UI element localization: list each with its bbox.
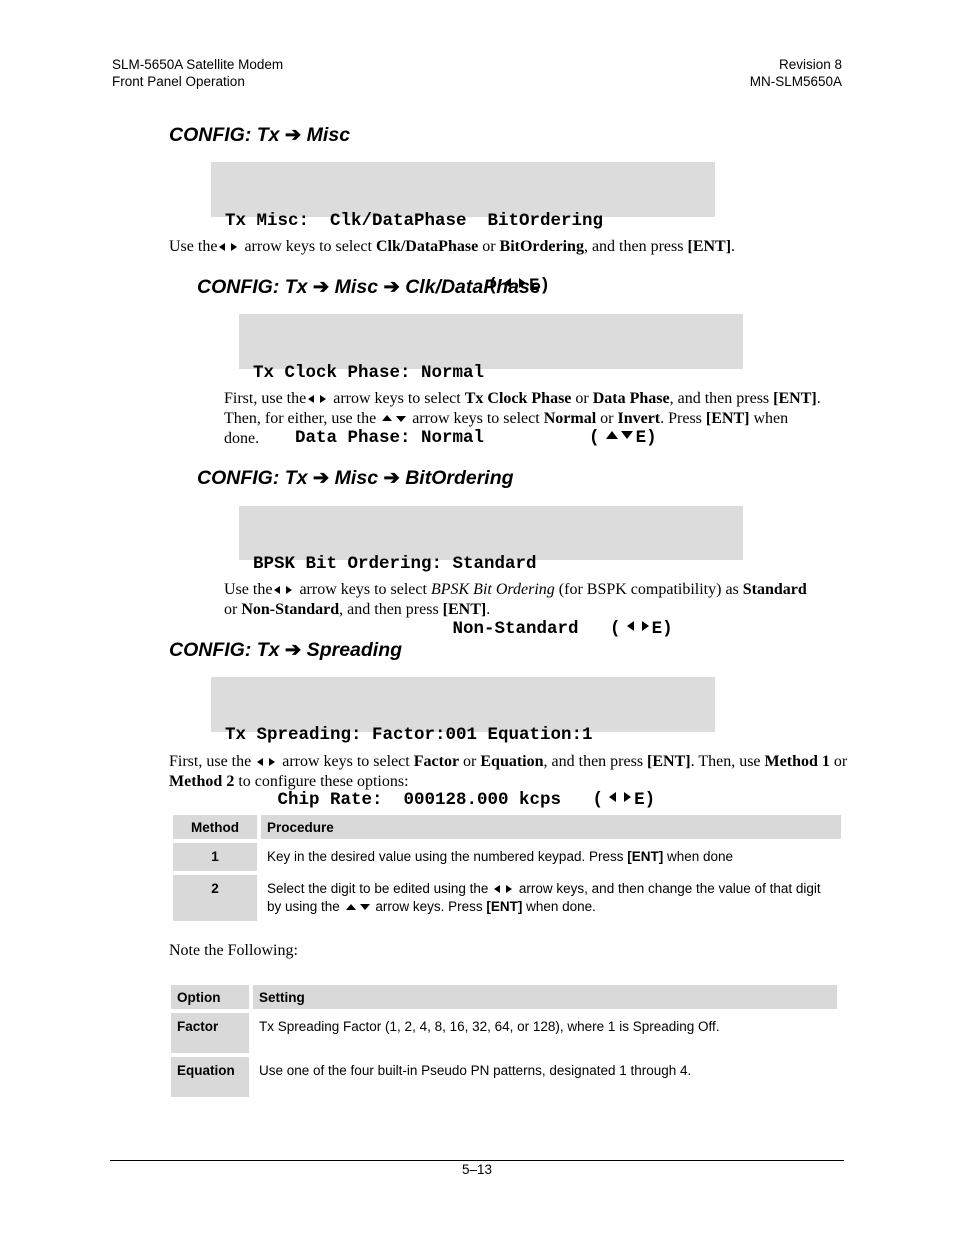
heading-spreading: CONFIG: Tx ➔ Spreading [169, 639, 403, 661]
left-triangle-icon [308, 395, 315, 404]
left-triangle-icon [274, 586, 281, 595]
table-header-row: Method Procedure [173, 815, 841, 839]
down-triangle-icon [396, 416, 407, 423]
right-triangle-icon [231, 243, 238, 252]
method-table: Method Procedure 1 Key in the desired va… [169, 811, 845, 925]
right-triangle-icon [506, 884, 513, 893]
left-triangle-icon [626, 621, 634, 632]
footer-divider [110, 1160, 844, 1161]
option-setting: Use one of the four built-in Pseudo PN p… [259, 1063, 692, 1078]
right-arrow-icon: ➔ [383, 467, 400, 489]
right-arrow-icon: ➔ [284, 639, 302, 661]
table-header-row: Option Setting [171, 985, 837, 1009]
heading-bitordering: CONFIG: Tx ➔ Misc ➔ BitOrdering [197, 467, 514, 489]
option-key: Factor [171, 1013, 249, 1053]
table-row: 1 Key in the desired value using the num… [173, 843, 841, 871]
revision: Revision 8 [778, 57, 842, 72]
para-bitordering: Use the arrow keys to select BPSK Bit Or… [224, 581, 807, 618]
column-header-option: Option [171, 985, 249, 1009]
right-triangle-icon [320, 395, 327, 404]
doc-title: SLM-5650A Satellite Modem [112, 57, 284, 72]
method-procedure: Key in the desired value using the numbe… [267, 849, 734, 864]
lcd-tx-misc: Tx Misc: Clk/DataPhase BitOrdering (E) [211, 162, 715, 296]
right-arrow-icon: ➔ [312, 467, 330, 489]
doc-number: MN-SLM5650A [749, 74, 842, 89]
right-arrow-icon: ➔ [312, 276, 330, 298]
option-setting: Tx Spreading Factor (1, 2, 4, 8, 16, 32,… [259, 1019, 720, 1034]
note-label: Note the Following: [169, 942, 298, 959]
right-arrow-icon: ➔ [284, 124, 302, 146]
header-left: SLM-5650A Satellite Modem Front Panel Op… [112, 56, 283, 90]
heading-clk-dataphase: CONFIG: Tx ➔ Misc ➔ Clk/DataPhase [197, 276, 541, 298]
right-triangle-icon [641, 621, 649, 632]
para-spreading: First, use the arrow keys to select Fact… [169, 753, 848, 790]
lcd-clk-dataphase: Tx Clock Phase: Normal Data Phase: Norma… [239, 314, 743, 448]
left-triangle-icon [257, 758, 264, 767]
down-triangle-icon [359, 903, 370, 910]
method-key: 2 [173, 875, 257, 921]
left-triangle-icon [609, 792, 617, 803]
para-tx-misc: Use the arrow keys to select Clk/DataPha… [169, 238, 736, 255]
header-right: Revision 8 MN-SLM5650A [750, 56, 842, 90]
up-triangle-icon [345, 903, 356, 910]
column-header-method: Method [173, 815, 257, 839]
option-key: Equation [171, 1057, 249, 1097]
heading-tx-misc: CONFIG: Tx ➔ Misc [169, 124, 351, 146]
page-number: 5–13 [461, 1162, 493, 1177]
right-triangle-icon [286, 586, 293, 595]
lcd-bitordering: BPSK Bit Ordering: Standard Non-Standard… [239, 506, 743, 639]
para-clk-dataphase: First, use the arrow keys to select Tx C… [224, 390, 821, 447]
left-triangle-icon [494, 884, 501, 893]
method-procedure: Select the digit to be edited using the … [267, 881, 821, 914]
lcd-spreading: Tx Spreading: Factor:001 Equation:1 Chip… [211, 677, 715, 810]
chapter-title: Front Panel Operation [112, 74, 245, 89]
option-table: Option Setting Factor Tx Spreading Facto… [167, 981, 841, 1101]
table-row: Factor Tx Spreading Factor (1, 2, 4, 8, … [171, 1013, 837, 1053]
table-row: 2 Select the digit to be edited using th… [173, 875, 841, 921]
column-header-procedure: Procedure [261, 815, 841, 839]
up-triangle-icon [382, 415, 393, 422]
right-arrow-icon: ➔ [383, 276, 400, 298]
right-triangle-icon [624, 792, 632, 803]
right-triangle-icon [269, 758, 276, 767]
method-key: 1 [173, 843, 257, 871]
left-triangle-icon [219, 243, 226, 252]
column-header-setting: Setting [253, 985, 837, 1009]
table-row: Equation Use one of the four built-in Ps… [171, 1057, 837, 1097]
